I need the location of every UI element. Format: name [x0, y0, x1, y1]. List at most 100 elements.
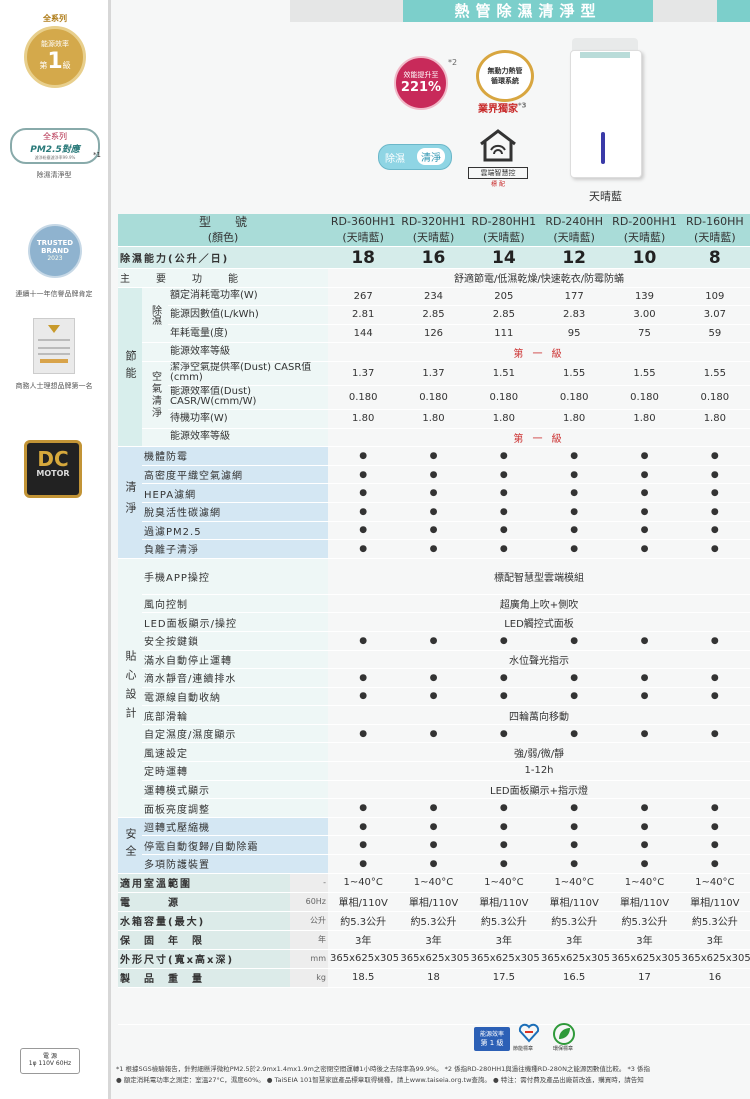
color-header: (顏色)	[207, 231, 239, 244]
safety-item-label: 停電自動復歸/自動除霜	[142, 835, 329, 856]
feature-dot: ●	[679, 446, 750, 466]
value-cell: 18.5	[328, 968, 399, 988]
energy-label-grade: 第 1 級	[480, 1039, 504, 1047]
value-cell: 0.180	[679, 385, 750, 410]
spec-label: 適用室溫範圍	[118, 873, 290, 893]
feature-dot: ●	[609, 687, 680, 707]
design-item-label: 自定濕度/濕度顯示	[142, 724, 329, 744]
value-cell: 365x625x305	[468, 949, 539, 969]
feature-dot: ●	[328, 631, 399, 651]
trusted-brand-caption: 連續十一年信譽品牌肯定	[15, 290, 93, 298]
feature-dot: ●	[328, 502, 399, 522]
business-magazine-caption: 商務人士理想品牌第一名	[15, 382, 93, 390]
model-color: (天晴藍)	[483, 231, 525, 244]
feature-dot: ●	[539, 835, 610, 856]
standby-row: 待機功率(W) 1.80 1.80 1.80 1.80 1.80 1.80	[118, 409, 750, 429]
badge-all-series: 全系列	[43, 14, 67, 23]
spec-unit: 年	[290, 930, 329, 950]
clean-item-label: 脫臭活性碳濾網	[142, 502, 329, 522]
capacity-value: 14	[468, 246, 539, 269]
spec-label: 外形尺寸(寬x高x深)	[118, 949, 290, 969]
pm25-badge: 全系列 PM2.5對應 濾淨粉塵濾淨率99.9%	[10, 128, 100, 164]
badge-grade: 第1級	[27, 49, 83, 74]
energy-label-card: 能源效率 第 1 級	[474, 1027, 510, 1051]
labels-row	[118, 987, 750, 1025]
pm25-badge-line2: PM2.5對應	[30, 145, 80, 155]
capacity-row: 除濕能力(公升／日) 18 16 14 12 10 8	[118, 246, 750, 269]
badge-energy-label: 能源效率	[41, 40, 69, 48]
model-color: (天晴藍)	[342, 231, 384, 244]
power-info-box: 電 源 1φ 110V 60Hz	[20, 1048, 80, 1074]
feature-dot: ●	[679, 854, 750, 874]
feature-dot: ●	[539, 668, 610, 688]
model-color: (天晴藍)	[553, 231, 595, 244]
feature-dot: ●	[398, 668, 469, 688]
design-row-lock: 安全按鍵鎖 ● ● ● ● ● ●	[118, 631, 750, 651]
trusted-line2: BRAND	[41, 247, 69, 255]
smart-home-icon	[477, 128, 519, 162]
feature-dot: ●	[468, 724, 539, 744]
page-title: 熱管除濕清淨型	[403, 0, 653, 22]
value-cell: 1~40°C	[328, 873, 399, 893]
design-row-full: 滿水自動停止運轉 水位聲光指示	[118, 650, 750, 670]
feature-dot: ●	[328, 483, 399, 503]
main-function-label: 主 要 功 能	[118, 268, 329, 288]
footnote-line2: ● 額定消耗電功率之測定：室溫27°C，濕度60%。 ● TaiSEIA 101…	[116, 1076, 644, 1084]
value-cell: 約5.3公升	[398, 911, 469, 931]
spec-label: 保 固 年 限	[118, 930, 290, 950]
feature-dot: ●	[468, 631, 539, 651]
value-cell: 1~40°C	[609, 873, 680, 893]
feature-dot: ●	[398, 521, 469, 541]
feature-dot: ●	[398, 502, 469, 522]
design-item-label: 底部滑輪	[142, 705, 329, 725]
spec-table: 型 號 (顏色) RD-360HH1 (天晴藍) RD-320HH1 (天晴藍) RD-…	[118, 214, 750, 1025]
feature-dot: ●	[679, 687, 750, 707]
efficiency-badge: 效能提升至 221%	[394, 56, 448, 110]
spec-row-power_src: 電 源 60Hz 單相/110V 單相/110V 單相/110V 單相/110V 單相/11…	[118, 892, 750, 912]
value-cell: 95	[539, 324, 610, 344]
feature-dot: ●	[539, 539, 610, 559]
model-name: RD-360HH1	[330, 215, 396, 228]
saving-icon	[518, 1023, 540, 1043]
exclusive-text: 業界獨家	[478, 104, 518, 115]
value-cell: 3.07	[679, 305, 750, 325]
feature-dot: ●	[609, 835, 680, 856]
feature-dot: ●	[609, 817, 680, 837]
value-cell: 1~40°C	[679, 873, 750, 893]
value-cell: 0.180	[609, 385, 680, 410]
feature-dot: ●	[539, 687, 610, 707]
row-label: 待機功率(W)	[168, 409, 329, 429]
row-label: 能源因數值(L/kWh)	[168, 305, 329, 325]
feature-dot: ●	[539, 521, 610, 541]
model-color: (天晴藍)	[694, 231, 736, 244]
feature-dot: ●	[539, 854, 610, 874]
energy-grade-badge: 全系列 能源效率 第1級	[24, 14, 86, 88]
mode-pill: 除濕 清淨	[378, 144, 452, 170]
feature-dot: ●	[328, 798, 399, 818]
value-cell: 單相/110V	[539, 892, 610, 912]
value-cell: 18	[398, 968, 469, 988]
model-header-row: 型 號 (顏色) RD-360HH1 (天晴藍) RD-320HH1 (天晴藍) RD-…	[118, 214, 750, 247]
feature-dot: ●	[539, 724, 610, 744]
feature-dot: ●	[398, 687, 469, 707]
value-cell: 177	[539, 287, 610, 307]
value-cell: 約5.3公升	[468, 911, 539, 931]
footnote-line1: *1 根據SGS檢驗報告，針對細懸浮微粒PM2.5於2.9mx1.4mx1.9m…	[116, 1065, 650, 1073]
clean-row: HEPA濾網 ● ● ● ● ● ●	[118, 483, 750, 503]
value-cell: 單相/110V	[328, 892, 399, 912]
exclusive-label: 業界獨家*3	[478, 100, 527, 115]
main-function-row: 主 要 功 能舒適節電/低濕乾燥/快速乾衣/防霉防蟎	[118, 268, 750, 288]
grade-value: 第 一 級	[328, 428, 750, 448]
value-cell: 59	[679, 324, 750, 344]
model-name: RD-160HH	[686, 215, 744, 228]
spec-unit: 60Hz	[290, 892, 329, 912]
model-name: RD-320HH1	[401, 215, 466, 228]
product-image	[570, 38, 642, 178]
safety-group: 安全	[118, 817, 142, 874]
spec-label: 電 源	[118, 892, 290, 912]
feature-dot: ●	[539, 631, 610, 651]
design-item-label: 手機APP操控	[142, 558, 329, 595]
model-name: RD-280HH1	[471, 215, 537, 228]
feature-dot: ●	[468, 835, 539, 856]
cloud-line2: 標 配	[491, 181, 505, 188]
